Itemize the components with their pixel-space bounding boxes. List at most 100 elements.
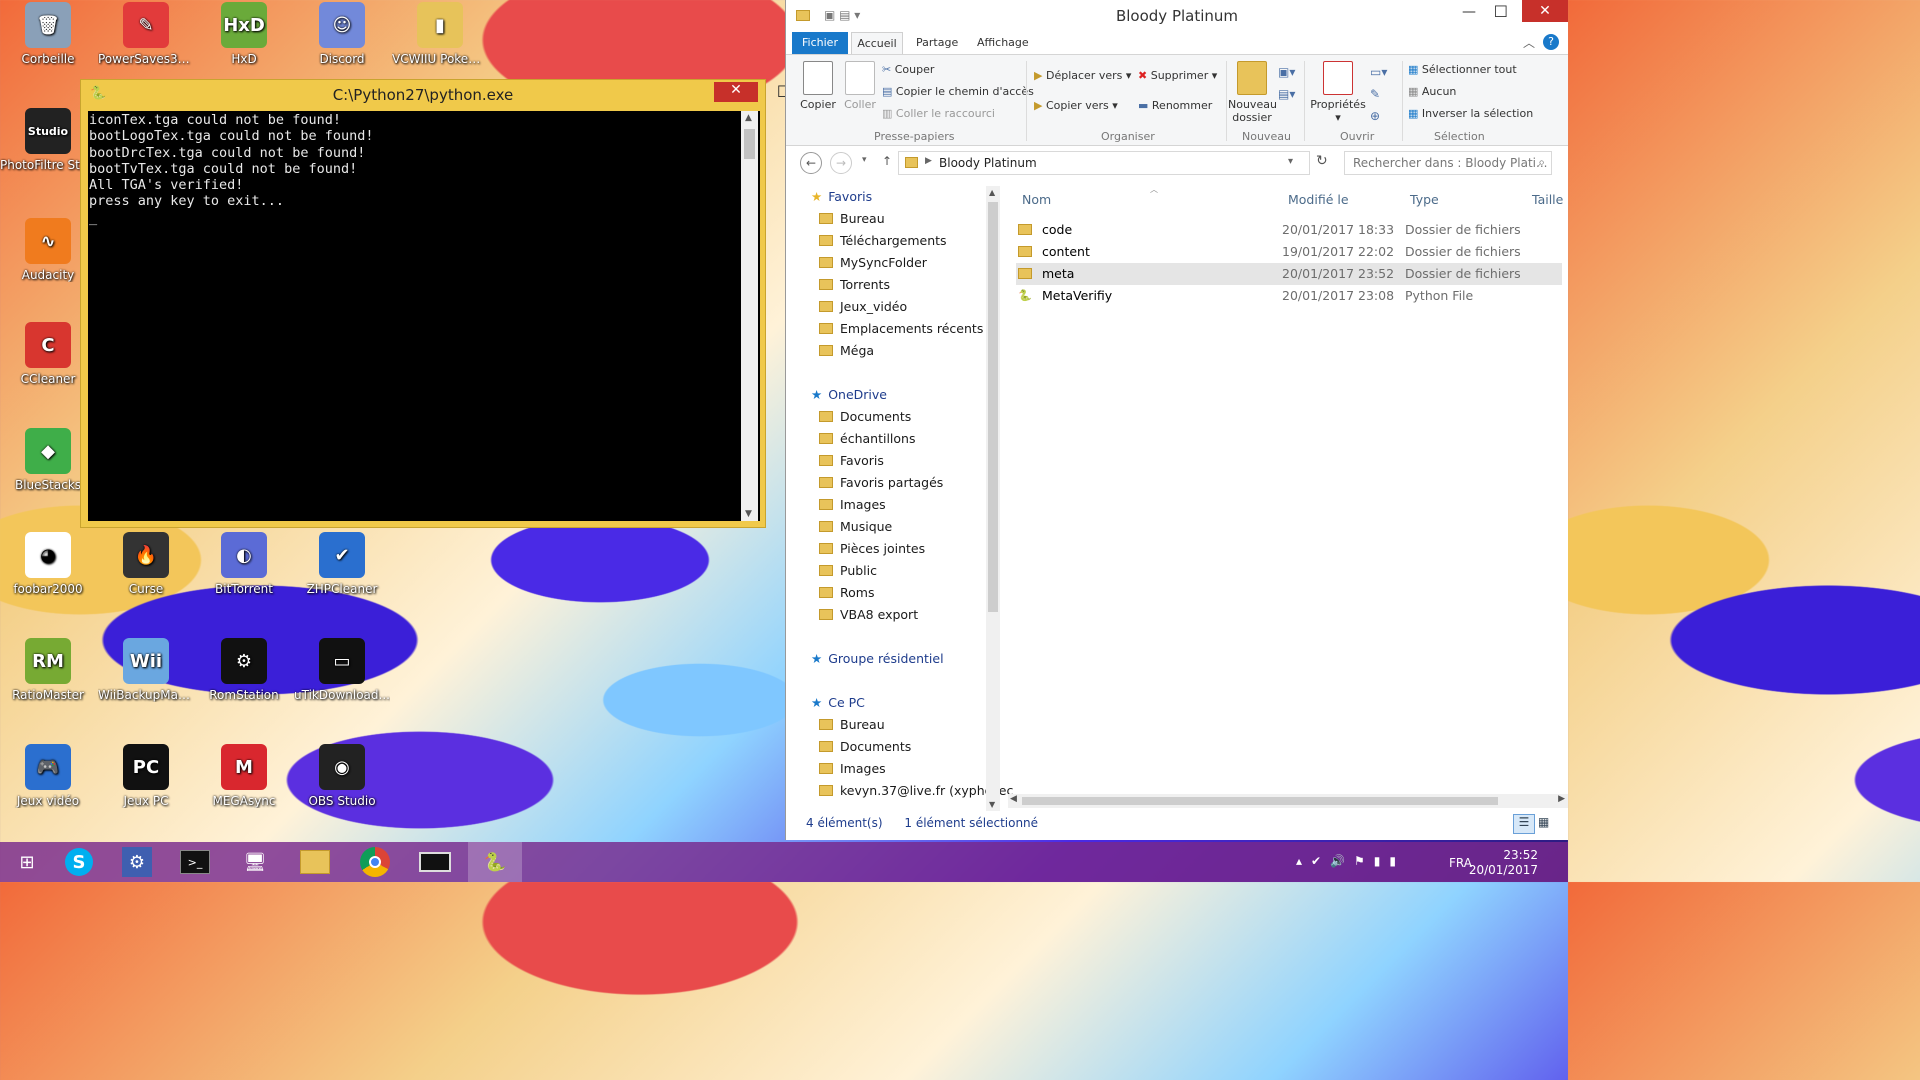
desktop-icon-megasync[interactable]: M MEGAsync [196,744,292,808]
breadcrumb[interactable]: Bloody Platinum [939,156,1037,170]
chevron-down-icon[interactable]: ▾ [1288,156,1293,167]
address-bar[interactable]: ▶ Bloody Platinum ▾ [898,151,1310,175]
up-arrow-icon[interactable]: ↑ [882,154,892,168]
nav-item-t-l-chargements[interactable]: Téléchargements [819,230,947,252]
table-row[interactable]: code 20/01/2017 18:33 Dossier de fichiers [1016,219,1562,241]
minimize-button[interactable]: — [1462,4,1476,20]
table-row[interactable]: content 19/01/2017 22:02 Dossier de fichie… [1016,241,1562,263]
refresh-icon[interactable]: ↻ [1316,153,1328,169]
desktop-icon-jeux-vid-o[interactable]: 🎮 Jeux vidéo [0,744,96,808]
nav-item--chantillons[interactable]: échantillons [819,428,915,450]
copy-button[interactable]: Copier [798,61,838,111]
nav-item-bureau[interactable]: Bureau [819,208,885,230]
chrome-icon[interactable] [348,842,402,882]
desktop-icon-wiibackupmana-[interactable]: Wii WiiBackupMana... [98,638,194,702]
nav-item-public[interactable]: Public [819,560,877,582]
console-scrollbar[interactable]: ▲ ▼ [741,111,758,521]
close-button[interactable]: ✕ [1522,0,1568,22]
desktop-icon-jeux-pc[interactable]: PC Jeux PC [98,744,194,808]
desktop-icon-corbeille[interactable]: 🗑 Corbeille [0,2,96,66]
nav-item-images[interactable]: Images [819,758,886,780]
desktop-icon-discord[interactable]: ☺ Discord [294,2,390,66]
utik-icon[interactable] [408,842,462,882]
desktop-icon-powersaves3ds[interactable]: ✎ PowerSaves3DS [98,2,194,66]
desktop-icon-romstation[interactable]: ⚙ RomStation [196,638,292,702]
desktop-icon-hxd[interactable]: HxD HxD [196,2,292,66]
column-modified[interactable]: Modifié le [1288,192,1349,207]
desktop-icon-ratiomaster[interactable]: RM RatioMaster [0,638,96,702]
properties-button[interactable]: Propriétés ▾ [1310,61,1366,124]
desktop-icon-obs-studio[interactable]: ◉ OBS Studio [294,744,390,808]
file-explorer-icon[interactable] [288,842,342,882]
tab-affichage[interactable]: Affichage [977,36,1029,49]
navigation-pane[interactable]: ★ Favoris Bureau Téléchargements MySyncFolde… [793,186,1013,811]
nav-item-favoris[interactable]: ★ Favoris [811,186,872,208]
table-row[interactable]: 🐍 MetaVerifiy 20/01/2017 23:08 Python File [1016,285,1562,307]
nav-item-vba8-export[interactable]: VBA8 export [819,604,918,626]
control-panel-icon[interactable]: 🖥 [228,842,282,882]
horizontal-scrollbar[interactable]: ◀ ▶ [1008,794,1568,808]
nav-item-documents[interactable]: Documents [819,406,911,428]
copy-to-button[interactable]: ▶ Copier vers ▾ [1034,99,1118,112]
desktop-icon-foobar2000[interactable]: ◕ foobar2000 [0,532,96,596]
nav-item-groupe-r-sidentiel[interactable]: ★ Groupe résidentiel [811,648,944,670]
close-button[interactable]: ✕ [714,82,758,102]
nav-item-roms[interactable]: Roms [819,582,874,604]
explorer-titlebar[interactable]: ▣ ▤ ▾ Bloody Platinum — ☐ ✕ [786,0,1568,32]
nav-item-emplacements-r-cents[interactable]: Emplacements récents [819,318,983,340]
select-none-button[interactable]: ▦ Aucun [1408,85,1456,98]
paste-button[interactable]: Coller [840,61,880,111]
tab-fichier[interactable]: Fichier [792,32,848,54]
nav-item-mysyncfolder[interactable]: MySyncFolder [819,252,927,274]
desktop-icon-vcwiiu-pokemon[interactable]: ▮ VCWIIU Pokemon [392,2,488,66]
nav-item-jeux-vid-o[interactable]: Jeux_vidéo [819,296,907,318]
nav-item-onedrive[interactable]: ★ OneDrive [811,384,887,406]
console-titlebar[interactable]: 🐍 C:\Python27\python.exe — ☐ ✕ [81,80,791,110]
collapse-ribbon-icon[interactable]: ︿ [1523,34,1535,51]
large-icons-view-icon[interactable]: ▦ [1538,815,1549,829]
cut-button[interactable]: ✂ Couper [882,63,934,76]
nav-item-pi-ces-jointes[interactable]: Pièces jointes [819,538,925,560]
start-button[interactable]: ⊞ [0,842,54,882]
nav-scrollbar[interactable]: ▲ ▼ [986,186,1000,811]
nav-item-favoris[interactable]: Favoris [819,450,884,472]
delete-button[interactable]: ✖ Supprimer ▾ [1138,69,1217,82]
open-icons[interactable]: ▭▾ ✎ ⊕ [1370,61,1387,127]
nav-item-ce-pc[interactable]: ★ Ce PC [811,692,865,714]
tray-icons[interactable]: ▴✔🔊⚑▮▮ [1296,854,1405,868]
nav-item-images[interactable]: Images [819,494,886,516]
search-icon[interactable]: ⌕ [1538,155,1545,170]
python-taskbar-icon[interactable]: 🐍 [468,842,522,882]
select-all-button[interactable]: ▦ Sélectionner tout [1408,63,1517,76]
nav-item-favoris-partag-s[interactable]: Favoris partagés [819,472,943,494]
back-arrow-icon[interactable]: ← [800,152,822,174]
move-to-button[interactable]: ▶ Déplacer vers ▾ [1034,69,1131,82]
desktop-icon-curse[interactable]: 🔥 Curse [98,532,194,596]
paste-shortcut-button[interactable]: ▥ Coller le raccourci [882,107,995,120]
column-type[interactable]: Type [1410,192,1439,207]
desktop-icon-zhpcleaner[interactable]: ✔ ZHPCleaner [294,532,390,596]
maximize-button[interactable]: ☐ [1494,2,1508,21]
file-list[interactable]: Nom ︿ Modifié le Type Taille code 20/01/2… [1008,185,1568,808]
table-row[interactable]: meta 20/01/2017 23:52 Dossier de fichiers [1016,263,1562,285]
new-folder-button[interactable]: Nouveau dossier [1228,61,1277,124]
column-name[interactable]: Nom [1022,192,1051,207]
nav-item-torrents[interactable]: Torrents [819,274,890,296]
details-view-icon[interactable]: ☰ [1513,814,1535,834]
forward-arrow-icon[interactable]: → [830,152,852,174]
tab-partage[interactable]: Partage [916,36,958,49]
cmd-icon[interactable]: >_ [168,842,222,882]
invert-selection-button[interactable]: ▦ Inverser la sélection [1408,107,1533,120]
rename-button[interactable]: ▬ Renommer [1138,99,1212,112]
explorer-window[interactable]: ▣ ▤ ▾ Bloody Platinum — ☐ ✕ Fichier Accu… [785,0,1568,840]
nav-item-m-ga[interactable]: Méga [819,340,874,362]
tab-accueil[interactable]: Accueil [851,32,903,56]
recent-locations-icon[interactable]: ▾ [862,155,867,165]
skype-icon[interactable]: S [52,842,106,882]
nav-item-bureau[interactable]: Bureau [819,714,885,736]
help-icon[interactable]: ? [1543,34,1559,50]
desktop-icon-bittorrent[interactable]: ◐ BitTorrent [196,532,292,596]
console-window[interactable]: 🐍 C:\Python27\python.exe — ☐ ✕ iconTex.t… [80,79,791,528]
nav-item-musique[interactable]: Musique [819,516,892,538]
nav-item-kevyn-37-live-fr-xyphosec[interactable]: kevyn.37@live.fr (xyphosec [819,780,1013,802]
